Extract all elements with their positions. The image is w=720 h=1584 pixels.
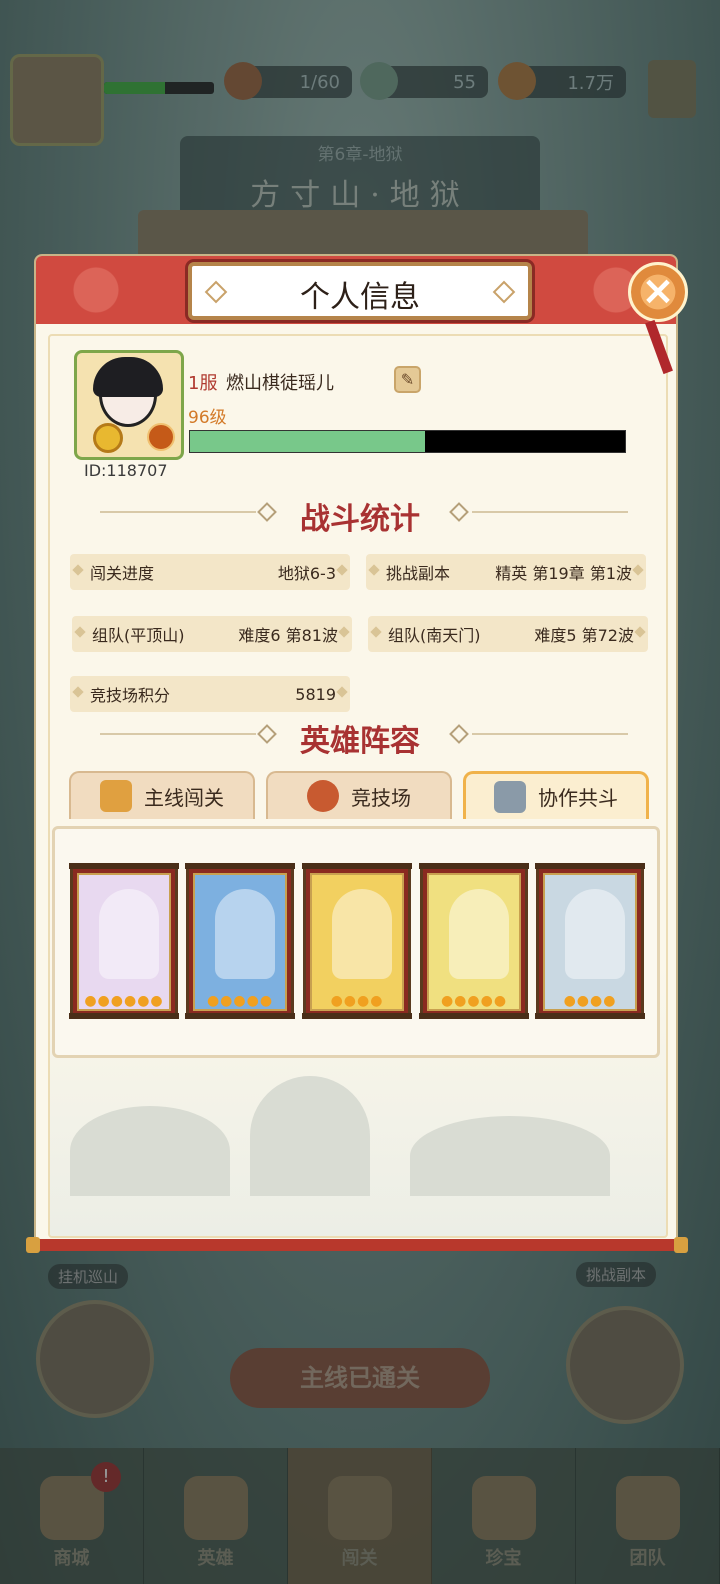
server-label: 1服 <box>188 373 218 394</box>
stat-label: 组队(平顶山) <box>92 626 185 645</box>
hero-portrait <box>77 873 171 1011</box>
brush-icon: ✎ <box>400 370 415 389</box>
title-plate: 个人信息 <box>188 262 532 320</box>
hero-figure <box>99 889 159 979</box>
stat-team-nantianmen: 组队(南天门) 难度5 第72波 <box>368 616 648 652</box>
hero-portrait <box>543 873 637 1011</box>
username: 燃山棋徒瑶儿 <box>226 373 334 394</box>
edit-name-button[interactable]: ✎ <box>394 366 421 393</box>
scroll-rod <box>419 1013 529 1019</box>
user-id: ID:118707 <box>84 461 168 480</box>
mountain-decoration <box>410 1116 610 1196</box>
stat-label: 挑战副本 <box>386 564 451 583</box>
scroll-rod <box>419 863 529 869</box>
tab-main-stage[interactable]: 主线闯关 <box>69 771 255 819</box>
hero-portrait <box>310 873 404 1011</box>
stat-value: 地狱6-3 <box>277 564 336 583</box>
stat-value: 难度6 第81波 <box>238 626 338 645</box>
close-button[interactable]: × <box>628 262 688 322</box>
stat-value: 难度5 第72波 <box>534 626 634 645</box>
scroll-rod <box>69 863 179 869</box>
tab-label: 竞技场 <box>351 785 411 810</box>
scroll-rod <box>302 863 412 869</box>
tab-arena[interactable]: 竞技场 <box>266 771 452 819</box>
hero-figure <box>332 889 392 979</box>
hero-card[interactable]: ●●●●● <box>185 863 295 1019</box>
hero-stars: ●●●●●● <box>84 993 164 1009</box>
hero-stars: ●●●● <box>563 993 617 1009</box>
dialog-title: 个人信息 <box>300 280 420 315</box>
coop-icon <box>494 780 526 813</box>
lineup-title: 英雄阵容 <box>300 724 420 759</box>
player-level: 96级 <box>188 408 227 428</box>
hero-card[interactable]: ●●●● <box>302 863 412 1019</box>
hero-stars: ●●●●● <box>206 993 274 1009</box>
hero-stars: ●●●● <box>330 993 384 1009</box>
swirl-badge-icon <box>147 423 175 451</box>
tab-label: 协作共斗 <box>538 786 618 810</box>
hero-card[interactable]: ●●●●● <box>419 863 529 1019</box>
stat-value: 5819 <box>295 684 336 704</box>
scroll-rod <box>69 1013 179 1019</box>
hero-card[interactable]: ●●●● <box>535 863 645 1019</box>
stat-team-pingdingshan: 组队(平顶山) 难度6 第81波 <box>72 616 352 652</box>
hero-card[interactable]: ●●●●●● <box>69 863 179 1019</box>
hero-figure <box>565 889 625 979</box>
profile-avatar[interactable] <box>74 350 184 460</box>
dialog-header: 个人信息 <box>36 256 676 324</box>
mountain-decoration <box>70 1106 230 1196</box>
stat-label: 竞技场积分 <box>90 686 171 705</box>
stat-label: 闯关进度 <box>90 564 155 583</box>
stat-arena-score: 竞技场积分 5819 <box>70 676 350 712</box>
hero-portrait <box>427 873 521 1011</box>
tab-coop[interactable]: 协作共斗 <box>463 771 649 819</box>
stat-stage-progress: 闯关进度 地狱6-3 <box>70 554 350 590</box>
scroll-rod <box>185 863 295 869</box>
arena-icon <box>307 780 339 812</box>
stat-value: 精英 第19章 第1波 <box>495 564 632 583</box>
stat-label: 组队(南天门) <box>388 626 481 645</box>
exp-bar-fill <box>190 431 425 452</box>
hero-portrait <box>193 873 287 1011</box>
scroll-rod <box>535 1013 645 1019</box>
battle-stats-title: 战斗统计 <box>300 502 420 537</box>
scroll-rod-decoration <box>26 1237 688 1253</box>
hero-figure <box>449 889 509 979</box>
exp-bar <box>189 430 626 453</box>
stat-dungeon: 挑战副本 精英 第19章 第1波 <box>366 554 646 590</box>
tab-label: 主线闯关 <box>144 785 224 810</box>
sunflower-icon <box>93 423 123 453</box>
hero-stars: ●●●●● <box>440 993 508 1009</box>
sword-icon <box>100 780 132 812</box>
scroll-rod <box>535 863 645 869</box>
hero-figure <box>215 889 275 979</box>
scroll-rod <box>185 1013 295 1019</box>
scroll-rod <box>302 1013 412 1019</box>
mountain-decoration <box>250 1076 370 1196</box>
avatar-hair <box>93 357 163 397</box>
